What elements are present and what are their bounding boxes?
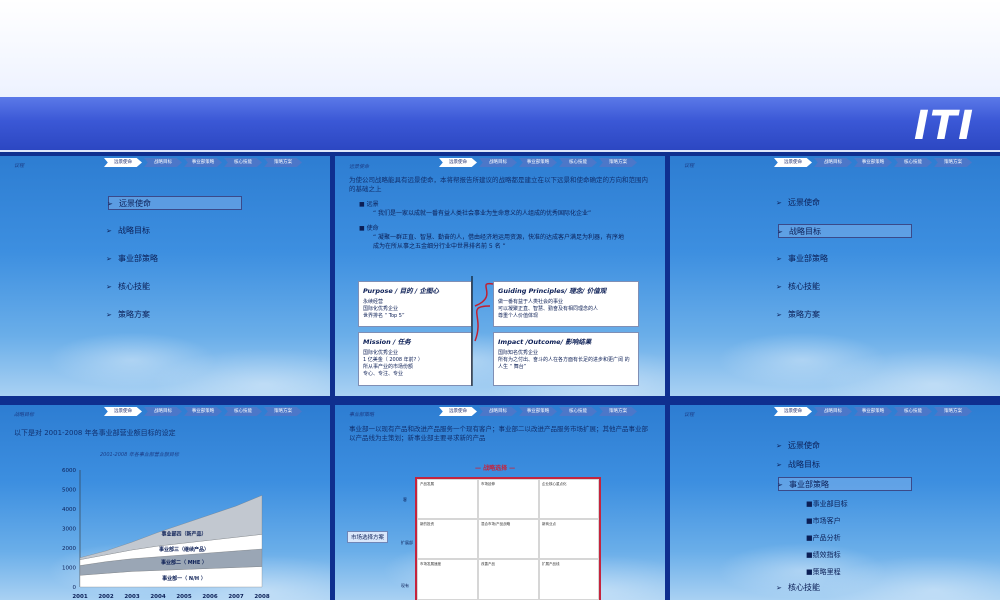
x-tick-label: 2007	[228, 594, 243, 600]
tab-plan: 策略方案	[934, 407, 972, 416]
tab-division: 事业部策略	[184, 158, 222, 167]
y-tick-label: 2000	[62, 546, 76, 552]
tab-plan: 策略方案	[264, 158, 302, 167]
slide-crumb: 议程	[684, 412, 695, 418]
agenda-menu: 远景使命 战略目标 事业部策略 核心技能 策略方案	[106, 196, 242, 336]
agenda-item: 策略方案	[106, 308, 242, 322]
slide-crumb: 议程	[14, 163, 25, 169]
matrix-cell: 混合市场/产品战略	[478, 519, 539, 559]
agenda-menu: 远景使命 战略目标 事业部策略 核心技能 策略方案	[776, 196, 912, 336]
x-tick-label: 2002	[98, 594, 113, 600]
header-bar	[0, 97, 1000, 150]
submenu-item: ■市场客户	[806, 517, 841, 525]
agenda-item: 事业部策略	[777, 477, 912, 492]
tab-division: 事业部策略	[854, 158, 892, 167]
strategy-matrix: 产品发展 市场延伸 企业核心重点化 新的投资 混合市场/产品战略 新商业点 市场…	[415, 477, 601, 600]
x-tick-label: 2004	[150, 594, 165, 600]
agenda-item: 远景使命	[776, 439, 912, 453]
agenda-item: 核心技能	[106, 280, 242, 294]
y-tick-label: 6000	[62, 468, 76, 474]
submenu-item: ■事业部目标	[806, 500, 848, 508]
x-tick-label: 2001	[72, 594, 87, 600]
iti-logo: ITI	[913, 103, 974, 149]
slide-thumbnail-4[interactable]: 战略目标 远景使命 战略目标 事业部策略 核心技能 策略方案 以下是对 2001…	[0, 405, 330, 600]
agenda-item: 核心技能	[776, 280, 912, 294]
matrix-cell: 新的投资	[417, 519, 478, 559]
matrix-cell: 市场延伸	[478, 479, 539, 519]
tab-goals: 战略目标	[479, 407, 517, 416]
matrix-cell: 市场发展速度	[417, 559, 478, 600]
y-tick-label: 5000	[62, 488, 76, 494]
y-tick-label: 0	[73, 585, 77, 591]
series-label: 事业部一（ N/H ）	[162, 575, 206, 582]
tab-vision: 远景使命	[774, 158, 812, 167]
slide-thumbnail-1[interactable]: 议程 远景使命 战略目标 事业部策略 核心技能 策略方案 远景使命 战略目标 事…	[0, 156, 330, 396]
agenda-item: 战略目标	[776, 458, 912, 472]
submenu: ■事业部目标 ■市场客户 ■产品分析 ■绩效指标 ■策略里程	[778, 496, 912, 581]
tab-core: 核心技能	[894, 407, 932, 416]
submenu-item: ■绩效指标	[806, 551, 841, 559]
tab-vision: 远景使命	[439, 407, 477, 416]
market-options-label: 市场选择方案	[347, 531, 389, 543]
agenda-item: 战略目标	[106, 224, 242, 238]
y-tick-label: 3000	[62, 527, 76, 533]
slide-thumbnail-6[interactable]: 议程 远景使命 战略目标 事业部策略 核心技能 策略方案 远景使命 战略目标 事…	[670, 405, 1000, 600]
x-tick-label: 2005	[176, 594, 191, 600]
series-label: 事业部二（ MHE ）	[161, 559, 207, 566]
slide-crumb: 事业部策略	[349, 412, 375, 418]
agenda-item: 远景使命	[107, 196, 242, 211]
tab-plan: 策略方案	[934, 158, 972, 167]
x-tick-label: 2006	[202, 594, 217, 600]
submenu-item: ■产品分析	[806, 534, 841, 542]
x-tick-label: 2008	[254, 594, 269, 600]
x-tick-label: 2003	[124, 594, 139, 600]
strategy-heading: 事业部一以现有产品和改进产品服务一个现有客户；事业部二以改进产品服务市场扩展；其…	[349, 425, 648, 442]
matrix-cell: 企业核心重点化	[539, 479, 599, 519]
tab-plan: 策略方案	[599, 407, 637, 416]
matrix-title: — 战略选择 —	[475, 465, 516, 472]
agenda-item: 远景使命	[776, 196, 912, 210]
row-label: 现有	[401, 583, 409, 588]
agenda-item: 战略目标	[777, 224, 912, 239]
series-label: 事业部四（新产品）	[161, 530, 206, 537]
row-label: 客	[403, 497, 407, 502]
y-tick-label: 1000	[62, 566, 76, 572]
slide-thumbnail-5[interactable]: 远景使命 战略目标 事业部策略 核心技能 策略方案 事业部策略 事业部一以现有产…	[335, 405, 665, 600]
tab-core: 核心技能	[894, 158, 932, 167]
matrix-cell: 新商业点	[539, 519, 599, 559]
agenda-item: 事业部策略	[106, 252, 242, 266]
tab-division: 事业部策略	[519, 407, 557, 416]
tab-core: 核心技能	[559, 407, 597, 416]
submenu-item: ■策略里程	[806, 568, 841, 576]
y-tick-label: 4000	[62, 507, 76, 513]
tab-division: 事业部策略	[854, 407, 892, 416]
framework-lines	[471, 276, 494, 386]
tab-core: 核心技能	[224, 158, 262, 167]
slide-thumbnail-2[interactable]: 远景使命 远景使命 战略目标 事业部策略 核心技能 策略方案 为使公司战略能具有…	[335, 156, 665, 396]
agenda-menu: 远景使命 战略目标 事业部策略 ■事业部目标 ■市场客户 ■产品分析 ■绩效指标…	[776, 439, 912, 600]
agenda-item: 核心技能	[776, 581, 912, 595]
matrix-cell: 产品发展	[417, 479, 478, 519]
matrix-cell: 扩展产品线	[539, 559, 599, 600]
tab-goals: 战略目标	[814, 158, 852, 167]
slide-crumb: 议程	[684, 163, 695, 169]
tab-goals: 战略目标	[144, 158, 182, 167]
progress-tabs: 远景使命 战略目标 事业部策略 核心技能 策略方案	[102, 158, 302, 167]
area-chart: 0 1000 2000 3000 4000 5000 6000 2001 2002 2003 200…	[62, 468, 270, 600]
agenda-item: 策略方案	[776, 308, 912, 322]
tab-goals: 战略目标	[814, 407, 852, 416]
agenda-item: 事业部策略	[776, 252, 912, 266]
series-label: 事业部三（继续产品）	[159, 546, 209, 553]
slide-thumbnail-3[interactable]: 议程 远景使命 战略目标 事业部策略 核心技能 策略方案 远景使命 战略目标 事…	[670, 156, 1000, 396]
matrix-cell: 改善产品	[478, 559, 539, 600]
tab-vision: 远景使命	[774, 407, 812, 416]
tab-vision: 远景使命	[104, 158, 142, 167]
progress-tabs: 远景使命 战略目标 事业部策略 核心技能 策略方案	[772, 407, 972, 416]
row-label: 扩展部	[401, 540, 413, 545]
progress-tabs: 远景使命 战略目标 事业部策略 核心技能 策略方案	[437, 407, 637, 416]
progress-tabs: 远景使命 战略目标 事业部策略 核心技能 策略方案	[772, 158, 972, 167]
